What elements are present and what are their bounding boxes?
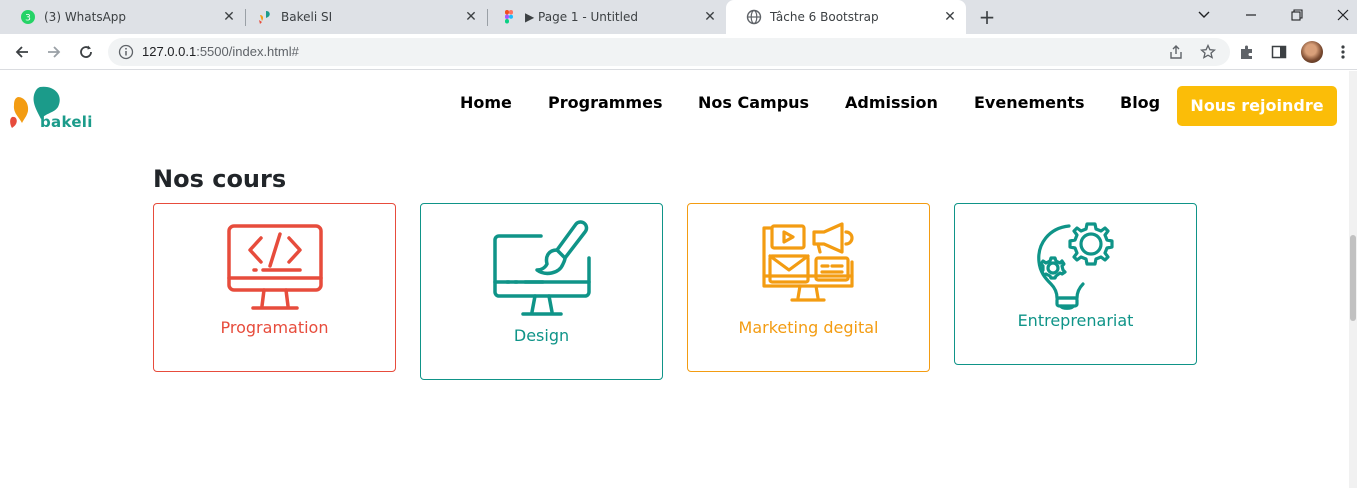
tab-title: (3) WhatsApp xyxy=(44,10,127,24)
tab-search-chevron-icon[interactable] xyxy=(1193,4,1215,26)
logo-wordmark: bakeli xyxy=(40,113,93,131)
figma-icon xyxy=(501,9,517,25)
new-tab-plus-icon[interactable]: + xyxy=(976,6,998,28)
course-card-marketing[interactable]: Marketing degital xyxy=(687,203,930,372)
site-info-icon[interactable] xyxy=(118,44,134,60)
course-label: Marketing degital xyxy=(738,318,879,337)
url-host: 127.0.0.1 xyxy=(142,44,197,59)
close-tab-icon[interactable]: ✕ xyxy=(463,9,479,25)
course-label: Entreprenariat xyxy=(1017,311,1134,330)
tab-figma[interactable]: ▶ Page 1 - Untitled ✕ xyxy=(481,0,726,34)
profile-avatar[interactable] xyxy=(1301,41,1323,63)
course-label: Design xyxy=(513,326,570,345)
browser-tab-strip: 3 (3) WhatsApp ✕ Bakeli SI ✕ ▶ Page 1 - … xyxy=(0,0,1357,34)
share-icon[interactable] xyxy=(1168,44,1184,60)
nav-campus[interactable]: Nos Campus xyxy=(698,93,809,112)
close-tab-icon[interactable]: ✕ xyxy=(221,9,237,25)
side-panel-icon[interactable] xyxy=(1270,43,1288,61)
design-brush-monitor-icon xyxy=(493,220,591,316)
join-us-button[interactable]: Nous rejoindre xyxy=(1177,86,1337,126)
nav-evenements[interactable]: Evenements xyxy=(974,93,1085,112)
course-card-entrepreneuriat[interactable]: Entreprenariat xyxy=(954,203,1197,365)
forward-arrow-icon[interactable] xyxy=(42,40,66,64)
nav-admission[interactable]: Admission xyxy=(845,93,938,112)
course-label: Programation xyxy=(220,318,329,337)
course-card-programmation[interactable]: Programation xyxy=(153,203,396,372)
tab-title: ▶ Page 1 - Untitled xyxy=(525,10,638,24)
whatsapp-icon: 3 xyxy=(20,9,36,25)
scrollbar-thumb[interactable] xyxy=(1350,235,1356,321)
bakeli-logo[interactable]: bakeli xyxy=(10,83,94,131)
tab-title: Bakeli SI xyxy=(281,10,333,24)
code-monitor-icon xyxy=(227,224,323,310)
marketing-devices-icon xyxy=(762,222,854,302)
close-tab-icon[interactable]: ✕ xyxy=(702,9,718,25)
close-tab-icon[interactable]: ✕ xyxy=(942,9,958,25)
browser-menu-icon[interactable] xyxy=(1334,43,1352,61)
restore-icon[interactable] xyxy=(1286,4,1308,26)
lightbulb-gears-icon xyxy=(1037,222,1114,310)
tab-bakeli[interactable]: Bakeli SI ✕ xyxy=(237,0,487,34)
bakeli-favicon-icon xyxy=(257,9,273,25)
back-arrow-icon[interactable] xyxy=(10,40,34,64)
minimize-icon[interactable] xyxy=(1240,4,1262,26)
tab-bootstrap-active[interactable]: Tâche 6 Bootstrap ✕ xyxy=(726,0,966,34)
web-page: bakeli Home Programmes Nos Campus Admiss… xyxy=(0,71,1349,488)
tab-whatsapp[interactable]: 3 (3) WhatsApp ✕ xyxy=(0,0,245,34)
extensions-puzzle-icon[interactable] xyxy=(1238,43,1256,61)
nav-blog[interactable]: Blog xyxy=(1120,93,1160,112)
section-title: Nos cours xyxy=(153,165,287,193)
globe-icon xyxy=(746,9,762,25)
course-card-design[interactable]: Design xyxy=(420,203,663,380)
close-window-icon[interactable] xyxy=(1332,4,1354,26)
page-scrollbar[interactable] xyxy=(1349,71,1357,488)
browser-toolbar: 127.0.0.1:5500/index.html# xyxy=(0,34,1357,70)
reload-icon[interactable] xyxy=(74,40,98,64)
address-bar[interactable]: 127.0.0.1:5500/index.html# xyxy=(108,38,1230,66)
nav-programmes[interactable]: Programmes xyxy=(548,93,662,112)
whatsapp-badge-count: 3 xyxy=(25,14,31,24)
bookmark-star-icon[interactable] xyxy=(1200,44,1216,60)
url-text: 127.0.0.1:5500/index.html# xyxy=(142,44,299,59)
nav-home[interactable]: Home xyxy=(460,93,512,112)
tab-title: Tâche 6 Bootstrap xyxy=(770,10,879,24)
url-path: :5500/index.html# xyxy=(196,44,299,59)
